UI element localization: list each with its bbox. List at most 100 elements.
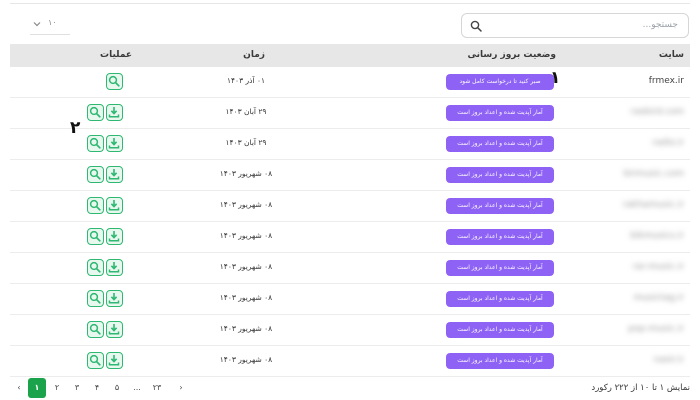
status-badge: آمار آپدیت شده و اعداد بروز است [446, 136, 554, 152]
view-button[interactable] [87, 197, 104, 214]
download-icon [108, 138, 120, 149]
download-icon [108, 169, 120, 180]
site-name: pop-music.ir [628, 324, 684, 334]
magnifier-icon [89, 199, 101, 211]
view-button[interactable] [87, 290, 104, 307]
site-name: rakhamusic.ir [622, 200, 684, 210]
view-button[interactable] [87, 104, 104, 121]
view-button[interactable] [106, 73, 123, 90]
table-header: سایت وضعیت بروز رسانی زمان عملیات [10, 44, 690, 67]
magnifier-icon [89, 230, 101, 242]
status-badge: آمار آپدیت شده و اعداد بروز است [446, 167, 554, 183]
search-placeholder: جستجو... [642, 20, 678, 30]
annotation-one: ۱ [550, 68, 561, 88]
table-row: rasbird.com آمار آپدیت شده و اعداد بروز ا… [10, 98, 690, 129]
chevron-down-icon [33, 22, 41, 27]
status-badge: صبر کنید تا درخواست کامل شود [446, 74, 554, 90]
download-icon [108, 262, 120, 273]
download-button[interactable] [106, 259, 123, 276]
table-row: birmusic.com آمار آپدیت شده و اعداد بروز … [10, 160, 690, 191]
update-time: ۰۸ شهریور ۱۴۰۳ [219, 231, 273, 240]
page-size-value: ۱۰ [48, 18, 57, 27]
download-button[interactable] [106, 135, 123, 152]
site-name: frmex.ir [648, 76, 684, 86]
download-icon [108, 324, 120, 335]
page-button-5[interactable]: ۵ [108, 378, 126, 398]
view-button[interactable] [87, 166, 104, 183]
download-icon [108, 200, 120, 211]
site-name: musictag.ir [633, 293, 684, 303]
update-time: ۰۸ شهریور ۱۴۰۳ [219, 169, 273, 178]
site-name: bikmusics.ir [630, 231, 684, 241]
download-button[interactable] [106, 197, 123, 214]
site-name: rar-music.ir [632, 262, 684, 272]
status-badge: آمار آپدیت شده و اعداد بروز است [446, 291, 554, 307]
page-button-6[interactable]: ... [128, 378, 146, 398]
download-button[interactable] [106, 228, 123, 245]
annotation-two: ۲ [70, 118, 81, 138]
table-row: rar-music.ir آمار آپدیت شده و اعداد بروز … [10, 253, 690, 284]
update-time: ۰۱ آذر ۱۴۰۳ [226, 76, 265, 85]
prev-page-button[interactable]: ‹ [10, 378, 28, 398]
page-button-7[interactable]: ۲۳ [148, 378, 166, 398]
table-row: pop-music.ir آمار آپدیت شده و اعداد بروز … [10, 315, 690, 346]
records-summary: نمایش ۱ تا ۱۰ از ۲۲۲ رکورد [591, 383, 690, 393]
page-button-3[interactable]: ۳ [68, 378, 86, 398]
header-status: وضعیت بروز رسانی [467, 50, 557, 60]
download-icon [108, 293, 120, 304]
magnifier-icon [108, 75, 120, 87]
site-name: rasbird.com [630, 107, 684, 117]
page-size-select[interactable]: ۱۰ [30, 15, 70, 35]
view-button[interactable] [87, 352, 104, 369]
download-button[interactable] [106, 352, 123, 369]
table-row: musictag.ir آمار آپدیت شده و اعداد بروز ا… [10, 284, 690, 315]
download-button[interactable] [106, 104, 123, 121]
update-time: ۰۸ شهریور ۱۴۰۳ [219, 262, 273, 271]
site-name: nasir.ir [653, 355, 684, 365]
page-button-4[interactable]: ۴ [88, 378, 106, 398]
download-button[interactable] [106, 290, 123, 307]
magnifier-icon [89, 106, 101, 118]
header-actions: عملیات [100, 50, 132, 60]
view-button[interactable] [87, 259, 104, 276]
download-icon [108, 231, 120, 242]
status-badge: آمار آپدیت شده و اعداد بروز است [446, 260, 554, 276]
update-time: ۰۸ شهریور ۱۴۰۳ [219, 355, 273, 364]
magnifier-icon [89, 261, 101, 273]
status-badge: آمار آپدیت شده و اعداد بروز است [446, 322, 554, 338]
search-icon [470, 20, 482, 32]
table-row: frmex.ir صبر کنید تا درخواست کامل شود ۰۱ آ… [10, 67, 690, 98]
table-row: nasir.ir آمار آپدیت شده و اعداد بروز است ۰… [10, 346, 690, 377]
update-time: ۲۹ آبان ۱۴۰۳ [225, 107, 267, 116]
status-badge: آمار آپدیت شده و اعداد بروز است [446, 229, 554, 245]
update-time: ۰۸ شهریور ۱۴۰۳ [219, 324, 273, 333]
magnifier-icon [89, 168, 101, 180]
next-page-button[interactable]: › [172, 378, 190, 398]
magnifier-icon [89, 323, 101, 335]
status-badge: آمار آپدیت شده و اعداد بروز است [446, 353, 554, 369]
table-row: rakhamusic.ir آمار آپدیت شده و اعداد بروز… [10, 191, 690, 222]
download-button[interactable] [106, 321, 123, 338]
view-button[interactable] [87, 228, 104, 245]
view-button[interactable] [87, 321, 104, 338]
update-time: ۲۹ آبان ۱۴۰۳ [225, 138, 267, 147]
header-time: زمان [243, 50, 265, 60]
magnifier-icon [89, 137, 101, 149]
site-name: birmusic.com [623, 169, 684, 179]
magnifier-icon [89, 292, 101, 304]
header-site: سایت [658, 50, 684, 60]
search-input[interactable]: جستجو... [461, 13, 689, 38]
magnifier-icon [89, 354, 101, 366]
top-divider [10, 3, 690, 4]
table-row: radio.ir آمار آپدیت شده و اعداد بروز است ۲… [10, 129, 690, 160]
table-row: bikmusics.ir آمار آپدیت شده و اعداد بروز … [10, 222, 690, 253]
update-time: ۰۸ شهریور ۱۴۰۳ [219, 200, 273, 209]
view-button[interactable] [87, 135, 104, 152]
page-button-2[interactable]: ۲ [48, 378, 66, 398]
download-icon [108, 107, 120, 118]
download-icon [108, 355, 120, 366]
status-badge: آمار آپدیت شده و اعداد بروز است [446, 198, 554, 214]
download-button[interactable] [106, 166, 123, 183]
page-button-1[interactable]: ۱ [28, 378, 46, 398]
site-name: radio.ir [652, 138, 684, 148]
